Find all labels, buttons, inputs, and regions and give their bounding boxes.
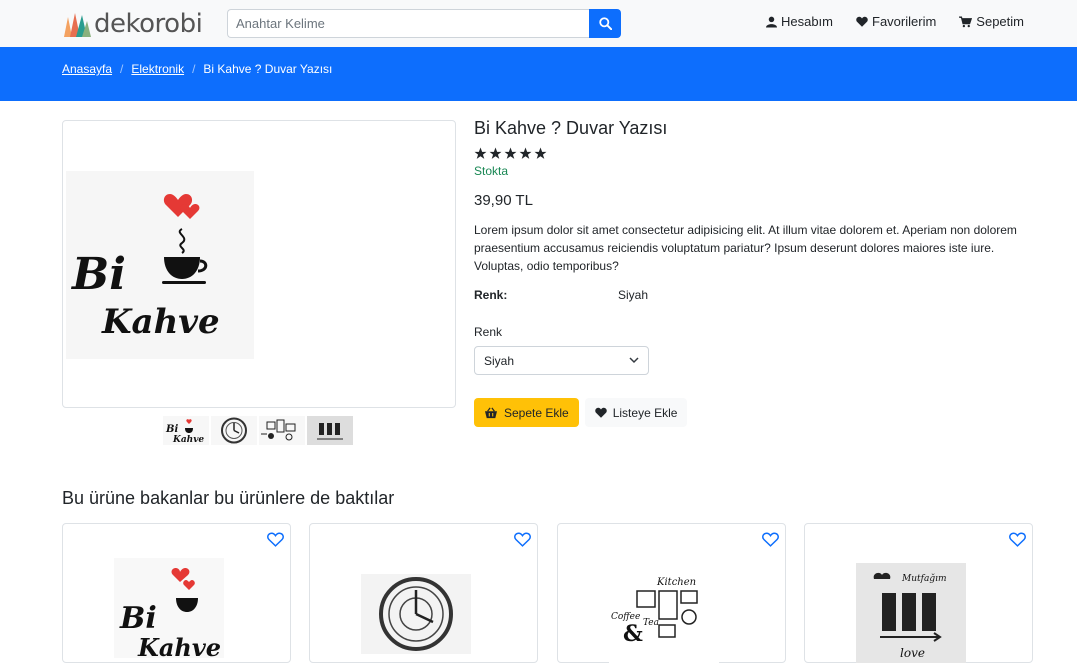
rating-stars bbox=[474, 147, 1034, 160]
heart-icon bbox=[856, 16, 868, 27]
color-select-value: Siyah bbox=[484, 353, 515, 368]
product-main-image[interactable]: Bi Kahve bbox=[62, 120, 456, 408]
search-icon bbox=[598, 17, 612, 30]
user-icon bbox=[765, 16, 777, 27]
product-price: 39,90 TL bbox=[474, 192, 533, 209]
logo-text: dekorobi bbox=[94, 9, 203, 39]
star-icon bbox=[534, 147, 547, 159]
account-link[interactable]: Hesabım bbox=[765, 14, 833, 29]
cart-icon bbox=[959, 15, 973, 27]
add-to-list-button[interactable]: Listeye Ekle bbox=[584, 398, 688, 427]
svg-text:Mutfağım: Mutfağım bbox=[901, 573, 947, 584]
product-image-art: Bi Kahve bbox=[66, 171, 254, 359]
related-product-image: Bi Kahve bbox=[114, 558, 224, 658]
favorite-heart-icon[interactable] bbox=[514, 532, 531, 547]
related-product-image: Kitchen Coffee Tea & bbox=[609, 569, 719, 669]
add-to-cart-button[interactable]: Sepete Ekle bbox=[474, 398, 579, 427]
svg-text:Tea: Tea bbox=[643, 618, 659, 628]
related-product-card[interactable] bbox=[309, 523, 538, 663]
cart-link[interactable]: Sepetim bbox=[959, 14, 1024, 29]
cart-label: Sepetim bbox=[976, 14, 1024, 29]
account-label: Hesabım bbox=[780, 14, 833, 29]
svg-text:Bi: Bi bbox=[119, 601, 157, 636]
svg-text:Bi: Bi bbox=[165, 424, 178, 435]
breadcrumb-category[interactable]: Elektronik bbox=[131, 62, 184, 76]
spec-label: Renk: bbox=[474, 288, 508, 302]
related-product-image bbox=[361, 574, 471, 654]
product-title: Bi Kahve ? Duvar Yazısı bbox=[474, 118, 668, 138]
search-input[interactable] bbox=[227, 9, 589, 38]
thumbnail-3[interactable] bbox=[259, 416, 305, 445]
heart-icon bbox=[594, 407, 607, 418]
star-icon bbox=[474, 147, 487, 159]
star-icon bbox=[504, 147, 517, 159]
color-select[interactable]: Siyah bbox=[474, 346, 649, 375]
search-button[interactable] bbox=[589, 9, 621, 38]
svg-text:Kahve: Kahve bbox=[172, 435, 204, 445]
color-option-label: Renk bbox=[474, 325, 503, 339]
basket-icon bbox=[485, 406, 497, 418]
svg-text:Kahve: Kahve bbox=[101, 302, 220, 342]
svg-text:&: & bbox=[623, 621, 643, 647]
header-links: Hesabım Favorilerim Sepetim bbox=[765, 14, 1024, 29]
favorites-label: Favorilerim bbox=[872, 14, 937, 29]
favorites-link[interactable]: Favorilerim bbox=[856, 14, 936, 29]
svg-text:love: love bbox=[900, 646, 925, 660]
favorite-heart-icon[interactable] bbox=[267, 532, 284, 547]
star-icon bbox=[489, 147, 502, 159]
related-product-card[interactable]: Bi Kahve bbox=[62, 523, 291, 663]
svg-text:Kahve: Kahve bbox=[137, 633, 221, 658]
breadcrumb-separator: / bbox=[120, 62, 124, 76]
product-description: Lorem ipsum dolor sit amet consectetur a… bbox=[474, 223, 1017, 273]
breadcrumb-current: Bi Kahve ? Duvar Yazısı bbox=[203, 62, 333, 76]
thumbnail-4[interactable] bbox=[307, 416, 353, 445]
add-to-list-label: Listeye Ekle bbox=[612, 405, 678, 420]
thumbnail-strip: Bi Kahve bbox=[163, 416, 353, 445]
related-product-card[interactable]: Kitchen Coffee Tea & bbox=[557, 523, 786, 669]
action-buttons: Sepete Ekle Listeye Ekle bbox=[474, 398, 1034, 427]
top-navbar: dekorobi Hesabım Favorilerim bbox=[0, 0, 1077, 47]
breadcrumb-separator: / bbox=[192, 62, 196, 76]
thumbnail-2[interactable] bbox=[211, 416, 257, 445]
breadcrumb-home[interactable]: Anasayfa bbox=[62, 62, 112, 76]
breadcrumb: Anasayfa / Elektronik / Bi Kahve ? Duvar… bbox=[62, 62, 332, 76]
search-bar bbox=[227, 9, 621, 38]
related-title: Bu ürüne bakanlar bu ürünlere de baktıla… bbox=[62, 488, 395, 508]
favorite-heart-icon[interactable] bbox=[762, 532, 779, 547]
related-product-card[interactable]: Mutfağım love bbox=[804, 523, 1033, 663]
favorite-heart-icon[interactable] bbox=[1009, 532, 1026, 547]
related-product-image: Mutfağım love bbox=[856, 563, 966, 663]
svg-text:Kitchen: Kitchen bbox=[656, 577, 696, 588]
product-info: Bi Kahve ? Duvar Yazısı Stokta 39,90 TL … bbox=[474, 118, 1034, 427]
spec-value: Siyah bbox=[618, 288, 649, 302]
spec-row: Renk: Siyah bbox=[474, 288, 1034, 302]
stock-status: Stokta bbox=[474, 164, 509, 178]
chevron-down-icon bbox=[629, 357, 639, 364]
add-to-cart-label: Sepete Ekle bbox=[504, 405, 569, 420]
svg-text:Bi: Bi bbox=[70, 249, 126, 300]
breadcrumb-band: Anasayfa / Elektronik / Bi Kahve ? Duvar… bbox=[0, 47, 1077, 101]
star-icon bbox=[519, 147, 532, 159]
thumbnail-1[interactable]: Bi Kahve bbox=[163, 416, 209, 445]
logo[interactable]: dekorobi bbox=[62, 8, 203, 40]
logo-icon bbox=[64, 13, 91, 37]
